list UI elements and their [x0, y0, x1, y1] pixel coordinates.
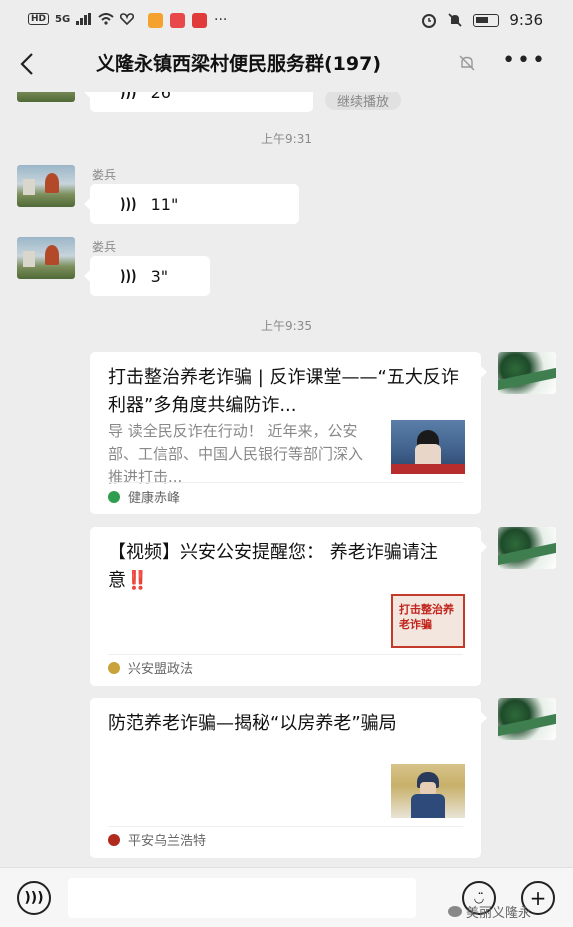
system-indicators: 9:36 [421, 11, 543, 29]
article-source: 兴安盟政法 [108, 658, 193, 677]
signal-icon [76, 13, 92, 25]
source-name: 兴安盟政法 [128, 662, 194, 677]
input-bar: ))) ◡̈ + 美丽义隆永 [0, 867, 573, 927]
voice-duration: 26" [150, 92, 179, 102]
source-logo-icon [108, 490, 120, 503]
thumbnail-caption: 打击整治养老诈骗 [399, 603, 454, 631]
mute-icon [448, 13, 462, 27]
card-divider [108, 654, 463, 655]
clock: 9:36 [509, 11, 543, 29]
card-divider [108, 826, 463, 827]
message-list[interactable]: ))) 26" 继续播放 上午9:31 娄兵 ))) 11" 娄兵 ))) 3"… [0, 92, 573, 867]
article-title: 打击整治养老诈骗 | 反诈课堂——“五大反诈利器”多角度共编防诈... [108, 367, 459, 416]
chevron-left-icon[interactable] [20, 52, 34, 76]
source-logo-icon [108, 661, 120, 674]
mail-notification-icon [170, 12, 185, 28]
more-button[interactable]: ••• [502, 48, 547, 73]
hd-indicator: HD [28, 13, 50, 25]
voice-wave-icon: ))) [120, 267, 137, 285]
voice-duration: 11" [150, 194, 179, 214]
wifi-icon [98, 13, 114, 25]
voice-wave-icon: ))) [120, 92, 137, 101]
source-logo-icon [108, 833, 120, 846]
app-notification-icon [148, 12, 163, 28]
article-title: 【视频】兴安公安提醒您： 养老诈骗请注意‼️ [108, 542, 438, 591]
sender-name: 娄兵 [92, 168, 117, 182]
article-thumbnail: 打击整治养老诈骗 [391, 594, 465, 648]
voice-message[interactable]: ))) 3" [84, 256, 210, 296]
battery-icon [473, 13, 500, 27]
voice-message[interactable]: ))) 26" [84, 92, 313, 112]
voice-message[interactable]: ))) 11" [84, 184, 299, 224]
message-input[interactable] [68, 878, 416, 918]
avatar[interactable] [498, 698, 556, 740]
alarm-icon [422, 14, 437, 28]
timestamp: 上午9:35 [261, 319, 312, 333]
article-summary: 导 读全民反诈在行动！ 近年来，公安部、工信部、中国人民银行等部门深入推进打击.… [108, 422, 364, 486]
article-source: 平安乌兰浩特 [108, 830, 206, 849]
article-card[interactable]: 打击整治养老诈骗 | 反诈课堂——“五大反诈利器”多角度共编防诈... 导 读全… [90, 352, 487, 514]
notification-icons: ··· [148, 12, 227, 28]
avatar[interactable] [17, 92, 75, 102]
avatar[interactable] [17, 165, 75, 207]
source-name: 平安乌兰浩特 [128, 834, 207, 849]
timestamp: 上午9:31 [261, 132, 312, 146]
watermark-text: 美丽义隆永 [466, 906, 532, 921]
avatar[interactable] [498, 527, 556, 569]
mic-notification-icon [192, 12, 207, 28]
watermark: 美丽义隆永 [448, 902, 531, 921]
avatar[interactable] [17, 237, 75, 279]
article-card[interactable]: 防范养老诈骗—揭秘“以房养老”骗局 平安乌兰浩特 [90, 698, 487, 858]
heart-icon [120, 13, 135, 25]
article-title: 防范养老诈骗—揭秘“以房养老”骗局 [108, 713, 397, 734]
continue-playing-button[interactable]: 继续播放 [325, 92, 402, 110]
chat-header: 义隆永镇西梁村便民服务群(197) ••• [0, 44, 573, 92]
voice-icon[interactable]: ))) [17, 881, 51, 915]
article-source: 健康赤峰 [108, 487, 180, 506]
avatar[interactable] [498, 352, 556, 394]
sender-name: 娄兵 [92, 240, 117, 254]
network-type: 5G [55, 13, 71, 25]
wechat-logo-icon [448, 906, 462, 917]
bell-off-icon [459, 55, 475, 71]
voice-duration: 3" [150, 266, 169, 286]
voice-wave-icon: ))) [120, 195, 137, 213]
article-card[interactable]: 【视频】兴安公安提醒您： 养老诈骗请注意‼️ 打击整治养老诈骗 兴安盟政法 [90, 527, 487, 686]
signal-indicators: HD 5G [28, 13, 135, 25]
card-divider [108, 482, 463, 483]
article-thumbnail [391, 764, 465, 818]
chat-title: 义隆永镇西梁村便民服务群(197) [96, 53, 382, 75]
status-bar: HD 5G ··· 9:36 [0, 0, 573, 44]
source-name: 健康赤峰 [128, 491, 181, 506]
more-notifications-icon: ··· [214, 12, 228, 28]
article-thumbnail [391, 420, 465, 474]
